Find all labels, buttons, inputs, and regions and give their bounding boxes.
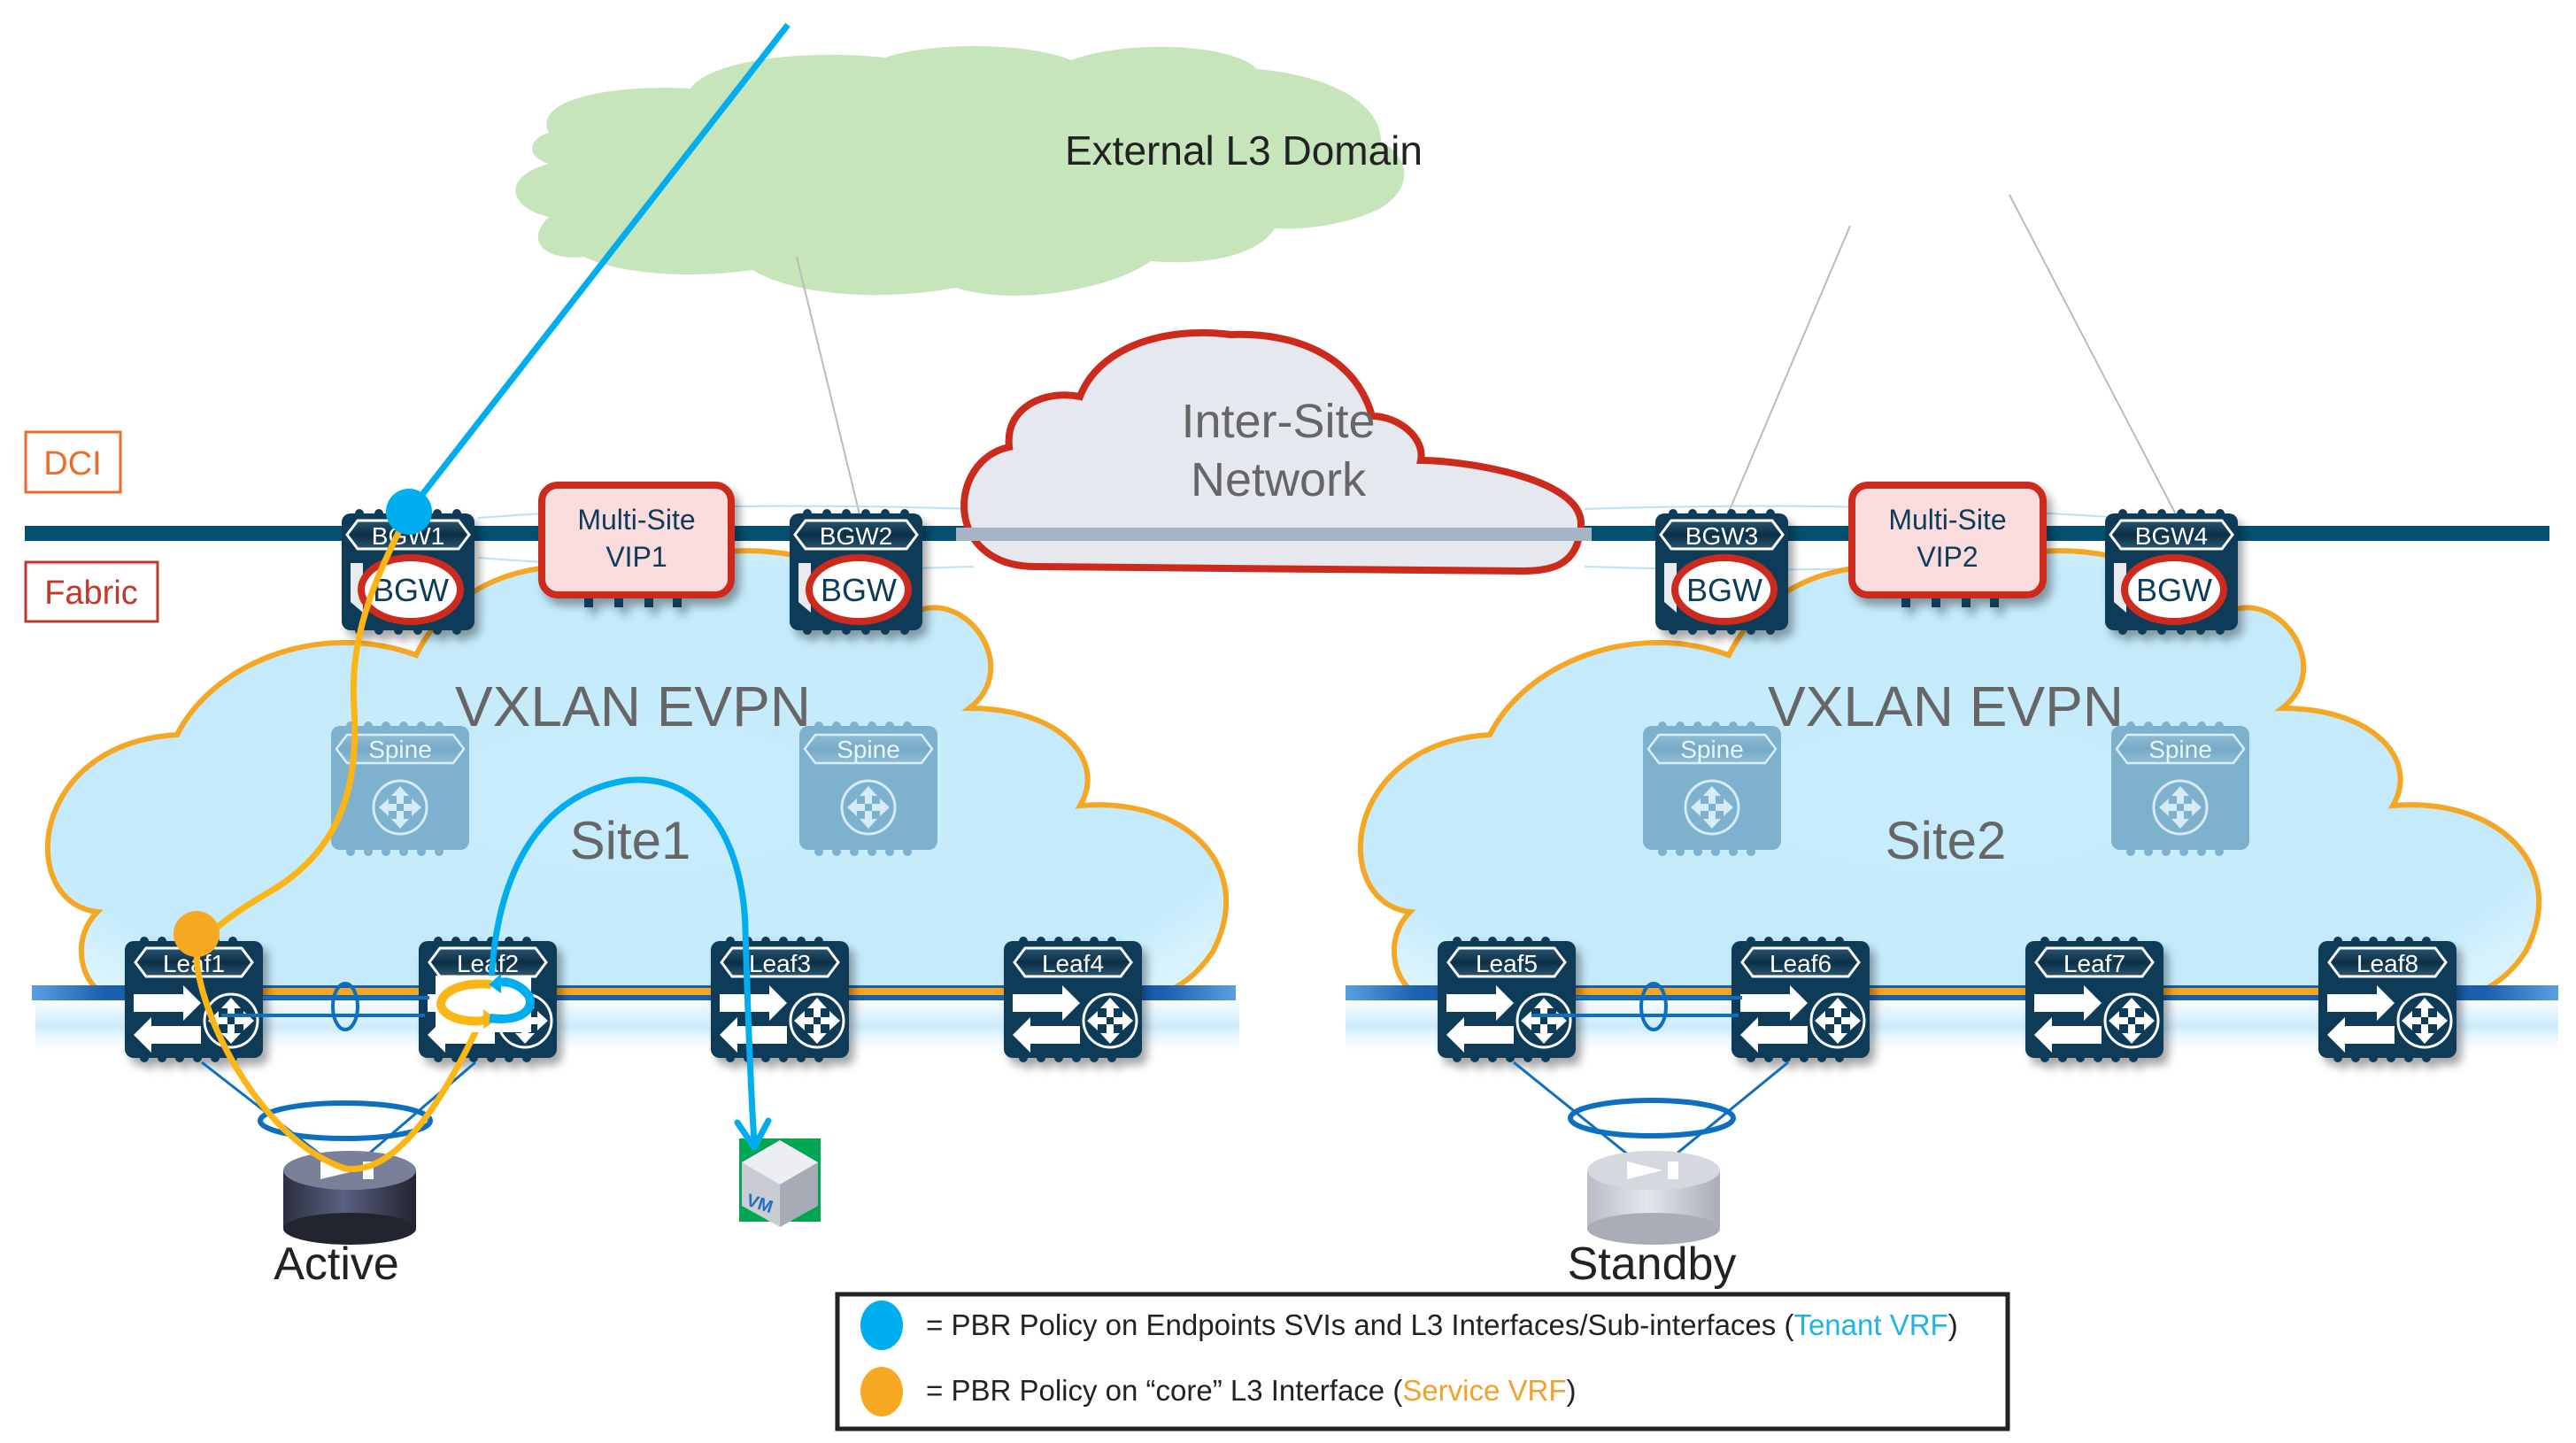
- bgw4[interactable]: BGW4 BGW: [2105, 509, 2238, 635]
- svg-text:VIP2: VIP2: [1917, 541, 1978, 573]
- active-label: Active: [274, 1239, 399, 1290]
- leaf5[interactable]: Leaf5: [1436, 935, 1577, 1064]
- svg-text:BGW: BGW: [2136, 572, 2212, 608]
- svg-text:BGW: BGW: [1686, 572, 1762, 608]
- leaf4[interactable]: Leaf4: [1002, 935, 1144, 1064]
- legend-item-tenant: = PBR Policy on Endpoints SVIs and L3 In…: [926, 1308, 1958, 1341]
- svg-text:Multi-Site: Multi-Site: [577, 504, 695, 536]
- site2-spine-2[interactable]: Spine: [2109, 720, 2251, 858]
- legend: = PBR Policy on Endpoints SVIs and L3 In…: [835, 1292, 2010, 1431]
- vm-endpoint[interactable]: VM: [739, 1138, 821, 1227]
- site1-name-label: Site1: [570, 811, 691, 870]
- svg-text:BGW4: BGW4: [2135, 522, 2208, 550]
- service-pbr-dot-leaf1: [174, 911, 220, 957]
- bgw2[interactable]: BGW2 BGW: [790, 509, 922, 635]
- leaf8[interactable]: Leaf8: [2317, 935, 2458, 1064]
- svg-text:Leaf8: Leaf8: [2356, 950, 2418, 977]
- multisite-vip1[interactable]: Multi-Site VIP1: [538, 482, 735, 607]
- active-service-node[interactable]: Active: [274, 1151, 416, 1290]
- svg-text:Spine: Spine: [2148, 736, 2212, 763]
- svg-text:Leaf4: Leaf4: [1042, 950, 1104, 977]
- svg-text:Spine: Spine: [368, 736, 432, 763]
- site1-spine-2[interactable]: Spine: [798, 720, 939, 858]
- bgw3[interactable]: BGW3 BGW: [1655, 509, 1788, 635]
- inter-site-network-cloud: Inter-Site Network: [956, 328, 1592, 575]
- svg-text:BGW: BGW: [821, 572, 897, 608]
- site2-spine-1[interactable]: Spine: [1641, 720, 1783, 858]
- svg-text:BGW: BGW: [373, 572, 449, 608]
- tenant-pbr-dot-bgw1: [386, 489, 432, 535]
- svg-text:VIP1: VIP1: [605, 541, 667, 573]
- leaf7[interactable]: Leaf7: [2024, 935, 2165, 1064]
- dci-layer-label: DCI: [24, 430, 122, 494]
- svg-text:Leaf5: Leaf5: [1476, 950, 1538, 977]
- inter-site-label-line2: Network: [1191, 453, 1367, 506]
- svg-text:BGW3: BGW3: [1685, 522, 1758, 550]
- pbr-recirculation-icon: [436, 974, 535, 1032]
- svg-text:Spine: Spine: [837, 736, 900, 763]
- standby-service-node[interactable]: Standby: [1568, 1151, 1737, 1290]
- blue-dot-icon: [860, 1300, 903, 1350]
- orange-dot-icon: [860, 1367, 903, 1416]
- svg-text:Fabric: Fabric: [44, 575, 138, 612]
- fabric-layer-label: Fabric: [24, 560, 159, 623]
- external-l3-domain-label: External L3 Domain: [1065, 127, 1423, 174]
- site2-vxlan-evpn-label: VXLAN EVPN: [1768, 675, 2124, 738]
- svg-text:Leaf2: Leaf2: [457, 950, 519, 977]
- multisite-vip2[interactable]: Multi-Site VIP2: [1848, 482, 2047, 607]
- svg-text:DCI: DCI: [43, 445, 101, 482]
- standby-label: Standby: [1568, 1239, 1737, 1290]
- site2-name-label: Site2: [1886, 811, 2007, 870]
- legend-item-service: = PBR Policy on “core” L3 Interface (Ser…: [926, 1374, 1577, 1407]
- topology-diagram: External L3 Domain DCI Fabric VXLAN EVPN…: [24, 22, 2558, 1431]
- leaf3[interactable]: Leaf3: [709, 935, 851, 1064]
- svg-text:Multi-Site: Multi-Site: [1888, 504, 2006, 536]
- inter-site-label-line1: Inter-Site: [1181, 395, 1375, 448]
- svg-text:Leaf6: Leaf6: [1770, 950, 1832, 977]
- leaf6[interactable]: Leaf6: [1730, 935, 1871, 1064]
- svg-text:Spine: Spine: [1680, 736, 1744, 763]
- svg-text:BGW2: BGW2: [820, 522, 892, 550]
- external-l3-domain-cloud: External L3 Domain: [515, 46, 1423, 296]
- svg-text:Leaf7: Leaf7: [2063, 950, 2125, 977]
- svg-text:Leaf3: Leaf3: [749, 950, 811, 977]
- site1-vxlan-evpn-label: VXLAN EVPN: [455, 675, 811, 738]
